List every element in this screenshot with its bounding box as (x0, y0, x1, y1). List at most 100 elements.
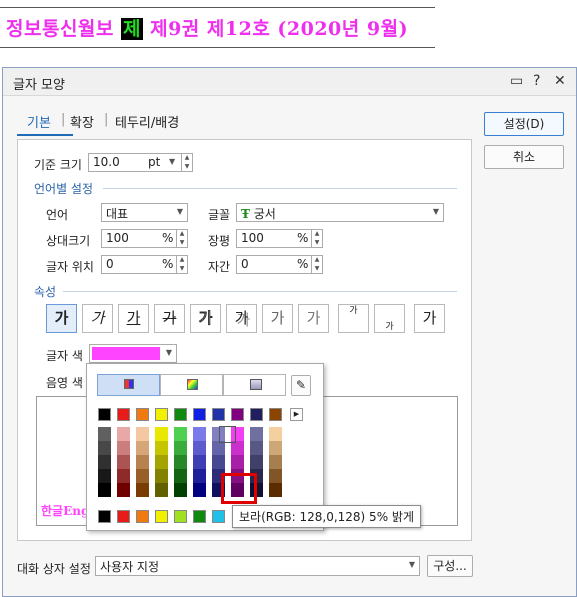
tab-extended[interactable]: 확장 (70, 112, 94, 131)
shade-swatch[interactable] (174, 427, 187, 441)
lang-select[interactable]: 대표 ▼ (101, 203, 188, 222)
shade-swatch[interactable] (155, 455, 168, 469)
shade-swatch[interactable] (117, 441, 130, 455)
recent-color-swatch[interactable] (212, 510, 225, 523)
shade-swatch[interactable] (269, 455, 282, 469)
tab-palette-grid[interactable] (97, 374, 160, 396)
spinner-icon[interactable]: ▲ ▼ (176, 229, 187, 248)
engrave-button[interactable]: 가 (298, 304, 329, 333)
shade-swatch[interactable] (250, 455, 263, 469)
color-swatch[interactable] (250, 408, 263, 421)
shade-swatch[interactable] (117, 427, 130, 441)
spacing-field[interactable]: 0 % ▲ ▼ (236, 255, 323, 274)
shade-swatch[interactable] (98, 483, 111, 497)
tab-basic[interactable]: 기본 (27, 112, 51, 131)
shade-swatch[interactable] (193, 427, 206, 441)
shade-swatch[interactable] (269, 427, 282, 441)
eyedropper-icon[interactable]: ✎ (291, 375, 311, 396)
tab-border-bg[interactable]: 테두리/배경 (115, 112, 179, 131)
text-color-picker[interactable]: ▼ (89, 344, 177, 363)
shadow-button[interactable]: 가 (226, 304, 257, 333)
color-swatch[interactable] (193, 408, 206, 421)
subscript-button[interactable]: 가 (374, 304, 405, 333)
shade-swatch[interactable] (269, 441, 282, 455)
shade-swatch[interactable] (98, 427, 111, 441)
shade-swatch[interactable] (136, 441, 149, 455)
color-swatch[interactable] (212, 408, 225, 421)
shade-swatch[interactable] (174, 455, 187, 469)
shade-swatch[interactable] (250, 427, 263, 441)
shade-swatch[interactable] (136, 455, 149, 469)
shade-swatch[interactable] (174, 483, 187, 497)
shade-swatch[interactable] (212, 441, 225, 455)
superscript-button[interactable]: 가 (338, 304, 369, 333)
color-swatch[interactable] (231, 408, 244, 421)
color-swatch[interactable] (269, 408, 282, 421)
outline-button[interactable]: 가 (190, 304, 221, 333)
help-icon[interactable]: ? (533, 73, 540, 89)
shade-swatch[interactable] (136, 427, 149, 441)
shade-swatch[interactable] (231, 455, 244, 469)
shade-swatch[interactable] (193, 483, 206, 497)
italic-button[interactable]: 가 (82, 304, 113, 333)
shade-swatch[interactable] (155, 427, 168, 441)
bold-button[interactable]: 가 (46, 304, 77, 333)
size-field[interactable]: 10.0 pt ▼ ▲ ▼ (88, 153, 193, 172)
headline-text: 정보통신월보 (6, 18, 121, 40)
comment-icon[interactable]: ▭ (510, 73, 523, 89)
color-swatch[interactable] (155, 408, 168, 421)
recent-color-swatch[interactable] (117, 510, 130, 523)
recent-color-swatch[interactable] (174, 510, 187, 523)
shade-swatch[interactable] (174, 469, 187, 483)
strikethrough-button[interactable]: 가 (154, 304, 185, 333)
tab-color-spectrum[interactable] (160, 374, 223, 396)
spinner-icon[interactable]: ▲ ▼ (311, 255, 322, 274)
shade-swatch[interactable] (193, 441, 206, 455)
shade-swatch[interactable] (98, 469, 111, 483)
shade-swatch[interactable] (269, 483, 282, 497)
color-swatch[interactable] (98, 408, 111, 421)
shade-swatch[interactable] (136, 469, 149, 483)
shade-swatch[interactable] (155, 469, 168, 483)
close-icon[interactable]: ✕ (554, 73, 566, 89)
shade-swatch[interactable] (155, 483, 168, 497)
shade-swatch[interactable] (193, 455, 206, 469)
shade-swatch[interactable] (174, 441, 187, 455)
color-swatch[interactable] (117, 408, 130, 421)
ok-button[interactable]: 설정(D) (484, 112, 564, 136)
spinner-icon[interactable]: ▲ ▼ (176, 255, 187, 274)
shade-swatch[interactable] (231, 441, 244, 455)
cancel-button[interactable]: 취소 (484, 145, 564, 169)
more-colors-icon[interactable]: ▶ (290, 408, 303, 421)
shade-swatch[interactable] (98, 455, 111, 469)
chevron-down-icon[interactable]: ▼ (169, 157, 175, 166)
shade-swatch[interactable] (117, 483, 130, 497)
color-swatch[interactable] (136, 408, 149, 421)
shade-swatch[interactable] (193, 469, 206, 483)
color-swatch[interactable] (174, 408, 187, 421)
shade-swatch[interactable] (98, 441, 111, 455)
recent-color-swatch[interactable] (193, 510, 206, 523)
recent-color-swatch[interactable] (155, 510, 168, 523)
ratio-field[interactable]: 100 % ▲ ▼ (236, 229, 323, 248)
shade-swatch[interactable] (117, 455, 130, 469)
relsize-field[interactable]: 100 % ▲ ▼ (101, 229, 188, 248)
spinner-icon[interactable]: ▲ ▼ (311, 229, 322, 248)
tab-gradient-image[interactable] (223, 374, 286, 396)
normal-button[interactable]: 가 (414, 304, 445, 333)
recent-color-swatch[interactable] (136, 510, 149, 523)
shade-swatch[interactable] (155, 441, 168, 455)
font-select[interactable]: Ŧ 궁서 ▼ (236, 203, 444, 222)
underline-button[interactable]: 가 (118, 304, 149, 333)
emboss-button[interactable]: 가 (262, 304, 293, 333)
pos-field[interactable]: 0 % ▲ ▼ (101, 255, 188, 274)
shade-swatch[interactable] (136, 483, 149, 497)
dialog-setting-select[interactable]: 사용자 지정 ▼ (95, 556, 420, 576)
spinner-icon[interactable]: ▲ ▼ (181, 153, 192, 172)
shade-swatch[interactable] (250, 441, 263, 455)
recent-color-swatch[interactable] (98, 510, 111, 523)
shade-swatch[interactable] (269, 469, 282, 483)
shade-swatch[interactable] (212, 455, 225, 469)
compose-button[interactable]: 구성... (427, 555, 473, 577)
shade-swatch[interactable] (117, 469, 130, 483)
